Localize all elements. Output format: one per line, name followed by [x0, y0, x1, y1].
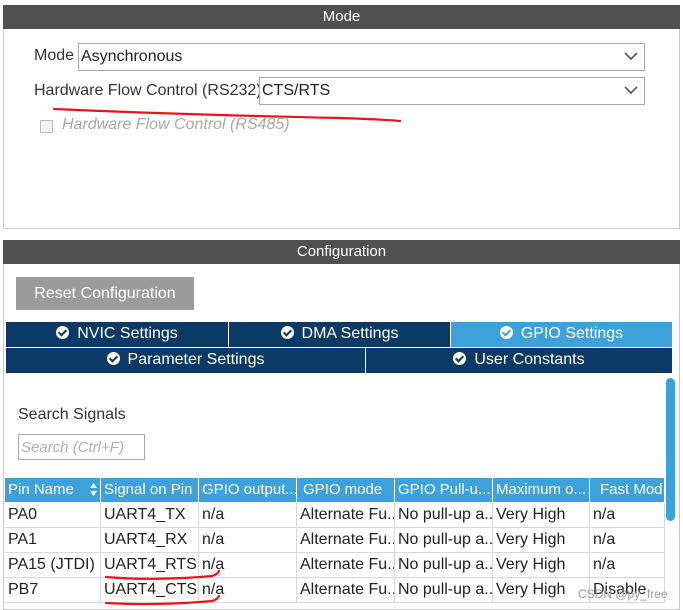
mode-label: Mode	[34, 47, 75, 64]
check-circle-icon	[453, 352, 467, 365]
sort-arrows-icon	[90, 483, 97, 496]
vertical-scrollbar[interactable]	[666, 378, 675, 521]
table-cell[interactable]: n/a	[590, 503, 665, 528]
table-cell[interactable]: Alternate Fu...	[297, 503, 395, 528]
column-header-pin-name[interactable]: Pin Name	[5, 478, 101, 502]
table-cell[interactable]: PA1	[5, 528, 101, 553]
table-cell[interactable]: UART4_TX	[101, 503, 199, 528]
column-header-signal-on-pin[interactable]: Signal on Pin	[101, 478, 199, 502]
table-cell[interactable]: No pull-up a...	[395, 503, 493, 528]
watermark: CSDN @py_free	[578, 587, 668, 601]
tab-user-constants[interactable]: User Constants	[366, 348, 673, 373]
check-circle-icon	[106, 352, 120, 365]
mode-select[interactable]: Asynchronous	[78, 43, 645, 71]
chevron-down-icon	[624, 86, 638, 95]
table-cell[interactable]: n/a	[590, 553, 665, 578]
table-cell[interactable]: Very High	[493, 528, 590, 553]
table-cell[interactable]: No pull-up a...	[395, 553, 493, 578]
chevron-down-icon	[624, 52, 638, 61]
configuration-header: Configuration	[3, 240, 680, 264]
table-cell[interactable]: PA15 (JTDI)	[5, 553, 101, 578]
tab-dma-settings[interactable]: DMA Settings	[229, 322, 451, 347]
table-cell[interactable]: Alternate Fu...	[297, 578, 395, 603]
tab-label: GPIO Settings	[520, 325, 624, 342]
red-annotation-underline	[104, 569, 221, 606]
column-header-maximum-output[interactable]: Maximum o...	[493, 478, 590, 502]
table-cell[interactable]: Alternate Fu...	[297, 528, 395, 553]
mode-select-value: Asynchronous	[81, 48, 183, 65]
column-header-gpio-mode[interactable]: GPIO mode	[297, 478, 395, 502]
hw-flow-rs232-value: CTS/RTS	[262, 82, 331, 99]
tab-gpio-settings[interactable]: GPIO Settings	[451, 322, 673, 347]
table-cell[interactable]: Very High	[493, 553, 590, 578]
table-cell[interactable]: PA0	[5, 503, 101, 528]
tab-label: NVIC Settings	[77, 325, 178, 342]
table-cell[interactable]: n/a	[199, 528, 297, 553]
check-circle-icon	[280, 326, 294, 339]
tab-parameter-settings[interactable]: Parameter Settings	[6, 348, 366, 373]
check-circle-icon	[499, 326, 513, 339]
table-cell[interactable]: n/a	[199, 503, 297, 528]
table-cell[interactable]: No pull-up a...	[395, 528, 493, 553]
table-cell[interactable]: Very High	[493, 503, 590, 528]
tab-label: DMA Settings	[301, 325, 399, 342]
column-header-gpio-output[interactable]: GPIO output...	[199, 478, 297, 502]
table-cell[interactable]: No pull-up a...	[395, 578, 493, 603]
table-cell[interactable]: UART4_RX	[101, 528, 199, 553]
check-circle-icon	[56, 326, 70, 339]
search-input[interactable]	[18, 434, 145, 460]
reset-configuration-button[interactable]: Reset Configuration	[16, 277, 194, 310]
mode-header: Mode	[3, 5, 680, 29]
table-cell[interactable]: n/a	[590, 528, 665, 553]
tab-label: Parameter Settings	[127, 351, 265, 368]
red-annotation-underline	[52, 107, 402, 123]
search-signals-label: Search Signals	[18, 406, 126, 423]
column-header-gpio-pull[interactable]: GPIO Pull-u...	[395, 478, 493, 502]
tab-nvic-settings[interactable]: NVIC Settings	[6, 322, 229, 347]
column-header-fast-mode[interactable]: Fast Mod	[590, 478, 665, 502]
hw-flow-rs232-label: Hardware Flow Control (RS232)	[34, 82, 262, 99]
table-cell[interactable]: PB7	[5, 578, 101, 603]
tab-label: User Constants	[474, 351, 585, 368]
table-cell[interactable]: Alternate Fu...	[297, 553, 395, 578]
table-cell[interactable]: Very High	[493, 578, 590, 603]
